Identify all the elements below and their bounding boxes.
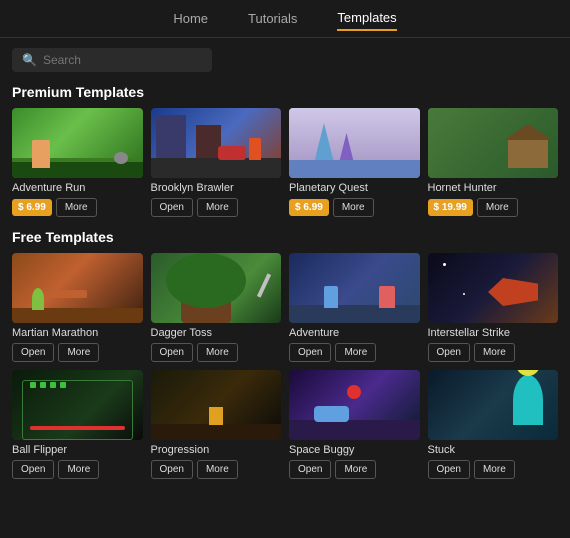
more-button-ball-flipper[interactable]: More <box>58 460 99 479</box>
more-button-adventure[interactable]: More <box>335 343 376 362</box>
nav-home[interactable]: Home <box>173 11 208 30</box>
card-name-interstellar-strike: Interstellar Strike <box>428 327 559 339</box>
open-button-space-buggy[interactable]: Open <box>289 460 331 479</box>
card-actions-space-buggy: Open More <box>289 460 420 479</box>
nav-templates[interactable]: Templates <box>337 10 396 31</box>
thumb-dagger-toss <box>151 253 282 323</box>
card-name-adventure-run: Adventure Run <box>12 182 143 194</box>
template-card-brooklyn-brawler: Brooklyn Brawler Open More <box>151 108 282 217</box>
card-name-stuck: Stuck <box>428 444 559 456</box>
nav-tutorials[interactable]: Tutorials <box>248 11 297 30</box>
premium-section-title: Premium Templates <box>12 84 558 100</box>
thumb-interstellar-strike <box>428 253 559 323</box>
template-card-interstellar-strike: Interstellar Strike Open More <box>428 253 559 362</box>
card-actions-progression: Open More <box>151 460 282 479</box>
thumb-planetary-quest <box>289 108 420 178</box>
open-button-progression[interactable]: Open <box>151 460 193 479</box>
search-input[interactable] <box>43 53 202 67</box>
card-name-planetary-quest: Planetary Quest <box>289 182 420 194</box>
open-button-stuck[interactable]: Open <box>428 460 470 479</box>
card-name-progression: Progression <box>151 444 282 456</box>
template-card-space-buggy: Space Buggy Open More <box>289 370 420 479</box>
card-name-hornet-hunter: Hornet Hunter <box>428 182 559 194</box>
open-button-dagger-toss[interactable]: Open <box>151 343 193 362</box>
more-button-hornet-hunter[interactable]: More <box>477 198 518 217</box>
main-content: Premium Templates Adventure Run $ 6.99 M… <box>0 78 570 538</box>
card-name-martian-marathon: Martian Marathon <box>12 327 143 339</box>
open-button-interstellar-strike[interactable]: Open <box>428 343 470 362</box>
premium-grid: Adventure Run $ 6.99 More Brooklyn Brawl… <box>0 108 570 217</box>
top-navigation: Home Tutorials Templates <box>0 0 570 38</box>
more-button-adventure-run[interactable]: More <box>56 198 97 217</box>
template-card-stuck: Stuck Open More <box>428 370 559 479</box>
card-actions-ball-flipper: Open More <box>12 460 143 479</box>
search-bar: 🔍 <box>12 48 212 72</box>
card-actions-adventure-run: $ 6.99 More <box>12 198 143 217</box>
card-name-dagger-toss: Dagger Toss <box>151 327 282 339</box>
open-button-brooklyn-brawler[interactable]: Open <box>151 198 193 217</box>
free-section-title: Free Templates <box>12 229 558 245</box>
card-name-space-buggy: Space Buggy <box>289 444 420 456</box>
thumb-hornet-hunter <box>428 108 559 178</box>
thumb-space-buggy <box>289 370 420 440</box>
card-name-adventure: Adventure <box>289 327 420 339</box>
template-card-progression: Progression Open More <box>151 370 282 479</box>
search-icon: 🔍 <box>22 53 37 67</box>
card-actions-dagger-toss: Open More <box>151 343 282 362</box>
template-card-adventure-run: Adventure Run $ 6.99 More <box>12 108 143 217</box>
thumb-progression <box>151 370 282 440</box>
price-button-hornet-hunter[interactable]: $ 19.99 <box>428 199 473 216</box>
thumb-adventure <box>289 253 420 323</box>
more-button-progression[interactable]: More <box>197 460 238 479</box>
more-button-brooklyn-brawler[interactable]: More <box>197 198 238 217</box>
template-card-dagger-toss: Dagger Toss Open More <box>151 253 282 362</box>
more-button-dagger-toss[interactable]: More <box>197 343 238 362</box>
card-actions-interstellar-strike: Open More <box>428 343 559 362</box>
more-button-stuck[interactable]: More <box>474 460 515 479</box>
price-button-planetary-quest[interactable]: $ 6.99 <box>289 199 329 216</box>
thumb-martian-marathon <box>12 253 143 323</box>
card-actions-planetary-quest: $ 6.99 More <box>289 198 420 217</box>
free-grid: Martian Marathon Open More Dagger Toss O… <box>0 253 570 479</box>
price-button-adventure-run[interactable]: $ 6.99 <box>12 199 52 216</box>
thumb-ball-flipper <box>12 370 143 440</box>
card-actions-stuck: Open More <box>428 460 559 479</box>
more-button-interstellar-strike[interactable]: More <box>474 343 515 362</box>
template-card-planetary-quest: Planetary Quest $ 6.99 More <box>289 108 420 217</box>
open-button-martian-marathon[interactable]: Open <box>12 343 54 362</box>
more-button-planetary-quest[interactable]: More <box>333 198 374 217</box>
more-button-space-buggy[interactable]: More <box>335 460 376 479</box>
template-card-martian-marathon: Martian Marathon Open More <box>12 253 143 362</box>
card-actions-brooklyn-brawler: Open More <box>151 198 282 217</box>
card-name-ball-flipper: Ball Flipper <box>12 444 143 456</box>
card-actions-adventure: Open More <box>289 343 420 362</box>
open-button-adventure[interactable]: Open <box>289 343 331 362</box>
card-name-brooklyn-brawler: Brooklyn Brawler <box>151 182 282 194</box>
template-card-ball-flipper: Ball Flipper Open More <box>12 370 143 479</box>
template-card-adventure: Adventure Open More <box>289 253 420 362</box>
card-actions-martian-marathon: Open More <box>12 343 143 362</box>
thumb-adventure-run <box>12 108 143 178</box>
template-card-hornet-hunter: Hornet Hunter $ 19.99 More <box>428 108 559 217</box>
thumb-stuck <box>428 370 559 440</box>
card-actions-hornet-hunter: $ 19.99 More <box>428 198 559 217</box>
thumb-brooklyn-brawler <box>151 108 282 178</box>
open-button-ball-flipper[interactable]: Open <box>12 460 54 479</box>
more-button-martian-marathon[interactable]: More <box>58 343 99 362</box>
